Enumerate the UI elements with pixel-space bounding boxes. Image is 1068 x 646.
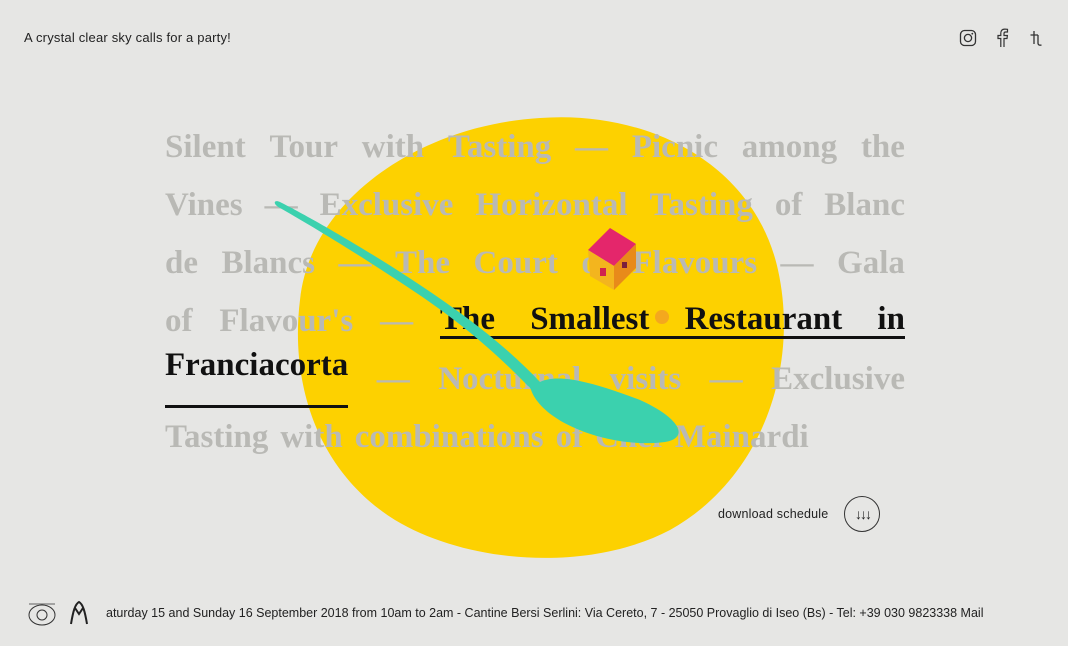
menu-item-smallest-restaurant-active[interactable]: Franciacorta (165, 349, 349, 408)
menu-item-nocturnal-visits[interactable]: visits (610, 350, 682, 408)
event-info-ticker: aturday 15 and Sunday 16 September 2018 … (106, 606, 984, 620)
menu-separator: — (709, 361, 743, 397)
menu-word: Restaurant (684, 300, 843, 337)
house-icon (588, 228, 636, 290)
menu-separator: — (338, 245, 372, 281)
menu-item-court-of-flavours[interactable]: Court (474, 234, 558, 292)
menu-line: Vines — Exclusive Horizontal Tasting of … (165, 176, 905, 234)
menu-item-exclusive-tasting-chef[interactable]: Mainardi (675, 408, 809, 466)
menu-item-court-of-flavours[interactable]: The (395, 234, 450, 292)
menu-separator: — (575, 129, 609, 165)
menu-item-silent-tour[interactable]: Silent (165, 118, 246, 176)
menu-item-horizontal-tasting[interactable]: Blancs (222, 234, 316, 292)
footer: aturday 15 and Sunday 16 September 2018 … (0, 596, 1068, 630)
menu-item-picnic[interactable]: Picnic (632, 118, 718, 176)
menu-word: in (877, 300, 905, 337)
tumblr-icon[interactable] (1026, 28, 1046, 48)
menu-item-exclusive-tasting-chef[interactable]: Chef (595, 408, 663, 466)
menu-item-silent-tour[interactable]: with (362, 118, 424, 176)
menu-item-picnic[interactable]: Vines (165, 176, 243, 234)
menu-item-horizontal-tasting[interactable]: Tasting (650, 176, 753, 234)
menu-item-gala-of-flavours[interactable]: of (165, 292, 193, 350)
menu-item-gala-of-flavours[interactable]: Gala (837, 234, 905, 292)
menu-item-exclusive-tasting-chef[interactable]: of (556, 408, 584, 466)
menu-word: The (439, 300, 495, 337)
menu-separator: — (380, 303, 414, 339)
menu-item-picnic[interactable]: the (861, 118, 905, 176)
franciacorta-logo (70, 600, 88, 625)
menu-item-horizontal-tasting[interactable]: of (775, 176, 803, 234)
menu-line: of Flavour's — The Smallest Restaurant i… (165, 292, 905, 350)
menu-item-picnic[interactable]: among (742, 118, 837, 176)
site-tagline: A crystal clear sky calls for a party! (24, 30, 231, 45)
menu-line: Tasting with combinations of Chef Mainar… (165, 408, 905, 466)
instagram-icon[interactable] (958, 28, 978, 48)
menu-separator: — (376, 361, 410, 397)
menu-line: de Blancs — The Court of Flavours — Gala (165, 234, 905, 292)
menu-item-silent-tour[interactable]: Tour (269, 118, 337, 176)
menu-item-exclusive-tasting-chef[interactable]: with (280, 408, 342, 466)
menu-item-exclusive-tasting-chef[interactable]: Exclusive (771, 350, 905, 408)
menu-word: Smallest (530, 300, 650, 337)
bersi-serlini-logo (28, 603, 56, 626)
download-schedule[interactable]: download schedule ↓↓↓ (718, 496, 881, 532)
menu-item-smallest-restaurant-active[interactable]: The Smallest Restaurant in (439, 300, 905, 339)
menu-item-nocturnal-visits[interactable]: Nocturnal (438, 350, 581, 408)
menu-item-horizontal-tasting[interactable]: Exclusive (320, 176, 454, 234)
menu-separator: — (264, 187, 298, 223)
facebook-icon[interactable] (992, 28, 1012, 48)
events-menu: Silent Tour with Tasting — Picnic among … (165, 118, 905, 466)
menu-item-exclusive-tasting-chef[interactable]: combinations (355, 408, 544, 466)
menu-item-horizontal-tasting[interactable]: Blanc (824, 176, 905, 234)
menu-line: Silent Tour with Tasting — Picnic among … (165, 118, 905, 176)
download-schedule-label: download schedule (718, 507, 829, 521)
menu-line: Franciacorta — Nocturnal visits — Exclus… (165, 349, 905, 408)
menu-separator: — (780, 245, 814, 281)
menu-item-court-of-flavours[interactable]: Flavours (632, 234, 757, 292)
menu-item-horizontal-tasting[interactable]: de (165, 234, 198, 292)
menu-item-silent-tour[interactable]: Tasting (448, 118, 551, 176)
menu-item-gala-of-flavours[interactable]: Flavour's (219, 292, 353, 350)
download-arrows-icon[interactable]: ↓↓↓ (844, 496, 881, 532)
menu-item-exclusive-tasting-chef[interactable]: Tasting (165, 408, 268, 466)
footer-logos (24, 596, 90, 630)
social-links (958, 28, 1046, 48)
